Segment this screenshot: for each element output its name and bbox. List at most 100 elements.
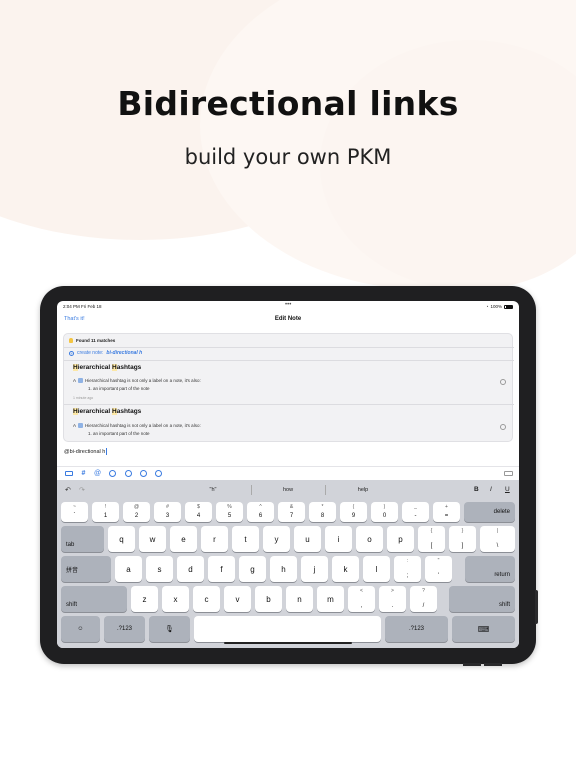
hashtag-icon[interactable]: #	[80, 470, 87, 477]
image-icon[interactable]	[65, 471, 73, 476]
key-b[interactable]: b	[255, 586, 282, 612]
key-q[interactable]: q	[108, 526, 135, 552]
key-t[interactable]: t	[232, 526, 259, 552]
key-semicolon[interactable]: :;	[394, 556, 421, 582]
virtual-keyboard: ↶ ↷ "h" how help B I U ~ ` ! 1 @2 #3 $4 % 5…	[57, 480, 519, 648]
key-2[interactable]: @2	[123, 502, 150, 522]
wifi-icon: ◔	[485, 304, 489, 309]
undo-icon[interactable]: ↶	[65, 486, 71, 494]
key-slash[interactable]: ? /	[410, 586, 437, 612]
key-u[interactable]: u	[294, 526, 321, 552]
key-1[interactable]: ! 1	[92, 502, 119, 522]
italic-button[interactable]: I	[490, 486, 492, 493]
key-l[interactable]: l	[363, 556, 390, 582]
ipad-volume-button	[484, 663, 502, 666]
key-bracket-right[interactable]: }]	[449, 526, 476, 552]
link-icon[interactable]	[155, 470, 162, 477]
create-note-prefix: create note:	[77, 350, 104, 356]
ipad-screen: 2:04 PM Fri Feb 18 ••• ◔ 100% That's it!…	[57, 301, 519, 648]
key-quote[interactable]: " '	[425, 556, 452, 582]
divider	[325, 485, 326, 495]
result-snippet: A Hierarchical hashtag is not only a lab…	[73, 378, 201, 383]
result-timestamp: 1 minute ago	[73, 396, 94, 400]
tab-key[interactable]: tab	[61, 526, 104, 552]
key-v[interactable]: v	[224, 586, 251, 612]
key-comma[interactable]: <,	[348, 586, 375, 612]
key-period[interactable]: >.	[379, 586, 406, 612]
return-key[interactable]: return	[465, 556, 515, 582]
key-7[interactable]: & 7	[278, 502, 305, 522]
key-4[interactable]: $4	[185, 502, 212, 522]
key-p[interactable]: p	[387, 526, 414, 552]
key-6[interactable]: ^ 6	[247, 502, 274, 522]
emoji-icon[interactable]: ☺	[61, 616, 100, 642]
key-g[interactable]: g	[239, 556, 266, 582]
keyboard-hide-icon[interactable]: ⌨	[452, 616, 515, 642]
key-w[interactable]: w	[139, 526, 166, 552]
key-e[interactable]: e	[170, 526, 197, 552]
multitasking-dots[interactable]: •••	[285, 302, 291, 308]
pin-icon[interactable]	[109, 470, 116, 477]
suggestion-2[interactable]: how	[258, 487, 318, 493]
key-o[interactable]: o	[356, 526, 383, 552]
match-count: Found 11 matches	[69, 338, 115, 343]
key-j[interactable]: j	[301, 556, 328, 582]
create-note-option[interactable]: + create note: bi-directional h	[69, 350, 142, 356]
key-x[interactable]: x	[162, 586, 189, 612]
language-key[interactable]: 拼音	[61, 556, 111, 582]
hashtag-icon	[78, 423, 84, 428]
key-bracket-left[interactable]: {[	[418, 526, 445, 552]
key-3[interactable]: #3	[154, 502, 181, 522]
key-z[interactable]: z	[131, 586, 158, 612]
play-icon[interactable]	[140, 470, 147, 477]
key-0[interactable]: ) 0	[371, 502, 398, 522]
result-snippet: A Hierarchical hashtag is not only a lab…	[73, 423, 201, 428]
editor-content: @bi-directional h	[64, 448, 106, 455]
delete-key[interactable]: delete	[464, 502, 515, 522]
suggestion-1[interactable]: "h"	[183, 487, 243, 493]
key-h[interactable]: h	[270, 556, 297, 582]
key-d[interactable]: d	[177, 556, 204, 582]
keyboard-dismiss-icon[interactable]	[504, 471, 513, 476]
key-minus[interactable]: _ -	[402, 502, 429, 522]
key-m[interactable]: m	[317, 586, 344, 612]
format-toolbar: # @	[57, 466, 519, 479]
key-8[interactable]: * 8	[309, 502, 336, 522]
divider	[64, 404, 514, 405]
redo-icon[interactable]: ↷	[79, 486, 85, 494]
key-equals[interactable]: + =	[433, 502, 460, 522]
key-a[interactable]: a	[115, 556, 142, 582]
promo-subline: build your own PKM	[184, 145, 392, 169]
divider	[64, 360, 514, 361]
check-circle-icon[interactable]	[500, 379, 506, 385]
key-i[interactable]: i	[325, 526, 352, 552]
mention-icon[interactable]: @	[94, 470, 101, 477]
key-f[interactable]: f	[208, 556, 235, 582]
create-note-name: bi-directional h	[106, 350, 143, 356]
bold-button[interactable]: B	[474, 486, 479, 493]
key-k[interactable]: k	[332, 556, 359, 582]
key-5[interactable]: % 5	[216, 502, 243, 522]
bell-off-icon[interactable]	[125, 470, 132, 477]
key-r[interactable]: r	[201, 526, 228, 552]
numbers-key-left[interactable]: .?123	[104, 616, 145, 642]
underline-button[interactable]: U	[505, 486, 510, 493]
shift-key-right[interactable]: shift	[449, 586, 515, 612]
key-s[interactable]: s	[146, 556, 173, 582]
divider	[64, 347, 514, 348]
key-backtick[interactable]: ~ `	[61, 502, 88, 522]
note-editor[interactable]: @bi-directional h	[64, 448, 108, 455]
microphone-icon[interactable]: 🎙	[149, 616, 190, 642]
suggestion-3[interactable]: help	[333, 487, 393, 493]
key-y[interactable]: y	[263, 526, 290, 552]
key-backslash[interactable]: | \	[480, 526, 515, 552]
key-c[interactable]: c	[193, 586, 220, 612]
divider	[251, 485, 252, 495]
check-circle-icon[interactable]	[500, 424, 506, 430]
numbers-key-right[interactable]: .?123	[385, 616, 448, 642]
plus-circle-icon: +	[69, 350, 74, 356]
shift-key-left[interactable]: shift	[61, 586, 127, 612]
key-n[interactable]: n	[286, 586, 313, 612]
space-bar[interactable]	[194, 616, 381, 642]
key-9[interactable]: (9	[340, 502, 367, 522]
